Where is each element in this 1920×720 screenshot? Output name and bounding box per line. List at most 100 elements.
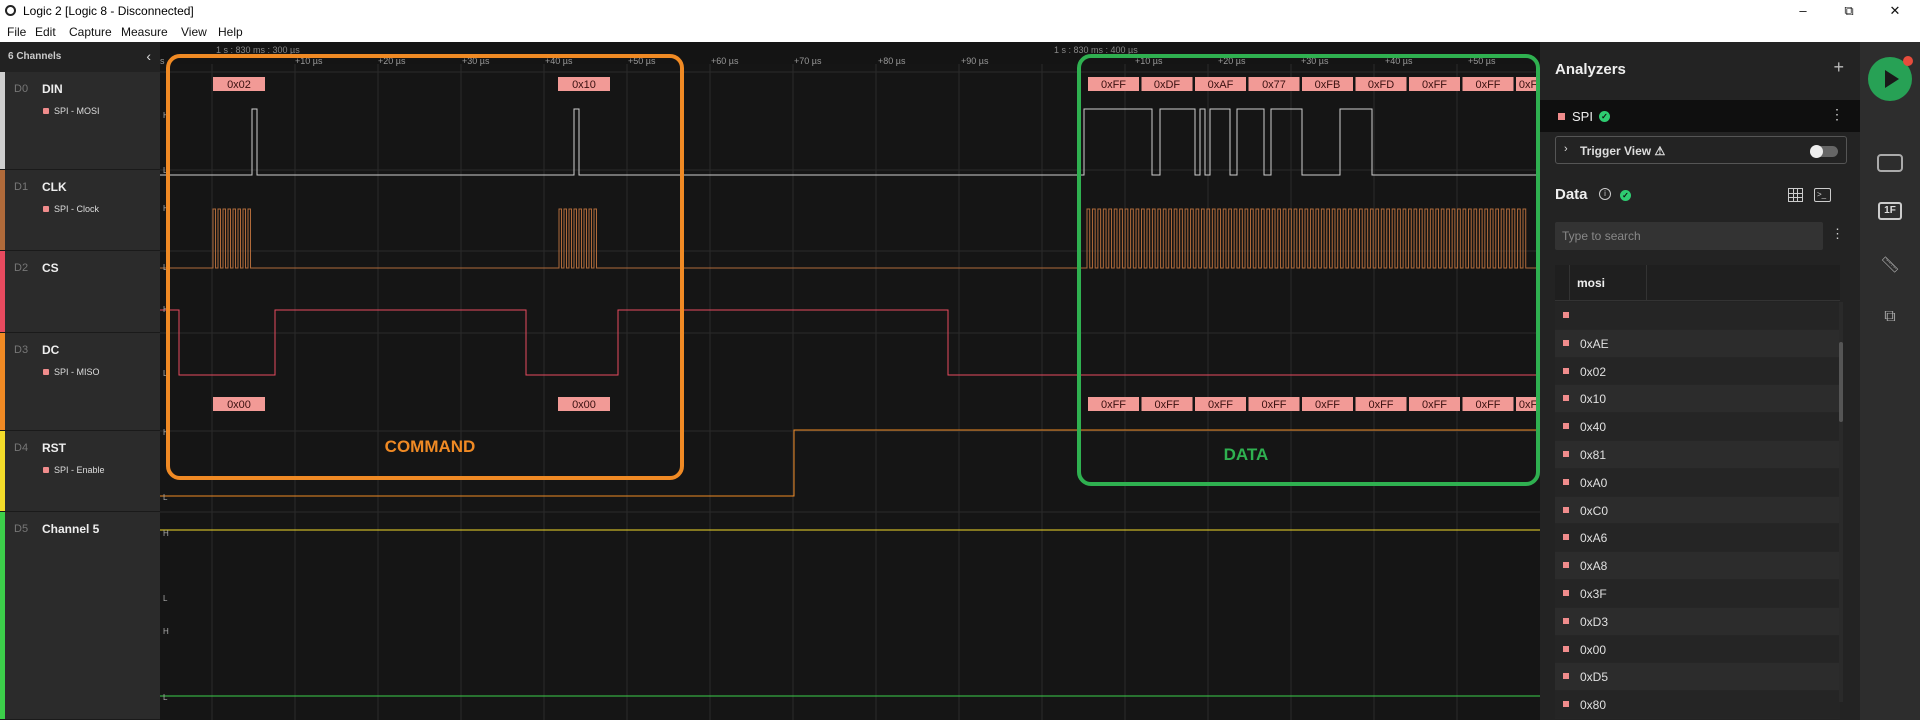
channel-color-stripe (0, 72, 5, 169)
row-color-swatch (1563, 562, 1569, 569)
search-more-icon[interactable]: ⋮ (1831, 226, 1844, 242)
table-row[interactable]: 0xA6 (1555, 524, 1840, 553)
row-color-swatch (1563, 534, 1569, 541)
decoded-byte-label: 0x00 (572, 399, 596, 411)
channel-row-4[interactable]: D4 RST SPI - Enable (0, 431, 160, 512)
row-value: 0xA6 (1580, 531, 1608, 546)
table-row[interactable]: 0x10 (1555, 385, 1840, 414)
menu-help[interactable]: Help (218, 25, 243, 39)
table-row[interactable]: 0x00 (1555, 635, 1840, 664)
menu-file[interactable]: File (7, 25, 26, 39)
analyzer-color-swatch (43, 369, 49, 375)
close-button[interactable]: ✕ (1872, 2, 1918, 20)
channel-index: D4 (14, 442, 29, 454)
channel-name[interactable]: CLK (42, 180, 67, 194)
channel-name[interactable]: DC (42, 343, 59, 357)
row-color-swatch (1563, 589, 1569, 596)
row-value: 0xA0 (1580, 475, 1608, 490)
extensions-icon[interactable]: ⧉ (1878, 308, 1902, 326)
row-value: 0x40 (1580, 420, 1607, 435)
channel-row-2[interactable]: D2 CS (0, 251, 160, 333)
minimize-button[interactable]: – (1780, 2, 1826, 20)
waveform-area[interactable]: 1 s : 830 ms : 300 µs s +10 µs +20 µs +30 µs… (160, 42, 1540, 720)
add-analyzer-button[interactable]: + (1833, 57, 1844, 78)
table-row[interactable]: 0xA0 (1555, 468, 1840, 497)
check-icon: ✓ (1599, 111, 1610, 122)
data-search-input[interactable] (1555, 222, 1823, 250)
analyzers-panel: Analyzers + SPI ✓ ⋮ › Trigger View ⚠ Dat… (1540, 42, 1860, 720)
column-divider (1569, 265, 1570, 301)
channel-row-3[interactable]: D3 DC SPI - MISO (0, 333, 160, 431)
row-color-swatch (1563, 423, 1569, 430)
row-value: 0xAE (1580, 336, 1609, 351)
channel-name[interactable]: RST (42, 441, 66, 455)
table-row[interactable]: 0xC0 (1555, 496, 1840, 525)
trigger-view-toggle[interactable] (1810, 145, 1838, 158)
decoded-byte-label: 0xFF (1101, 79, 1126, 91)
data-table-body: 0xAE 0x02 0x10 0x40 0x81 0xA0 0xC0 0xA6 0xA8 0x3F… (1555, 302, 1840, 719)
analyzers-hex-icon[interactable]: 1F (1878, 202, 1902, 220)
table-row[interactable]: 0x3F (1555, 579, 1840, 608)
table-row[interactable] (1555, 302, 1840, 330)
time-tick: +60 µs (711, 56, 739, 66)
decoded-byte-label: 0xFF (1422, 399, 1447, 411)
collapse-sidebar-icon[interactable]: ‹ (146, 48, 151, 64)
start-capture-button[interactable] (1868, 56, 1913, 101)
menu-edit[interactable]: Edit (35, 25, 56, 39)
row-color-swatch (1563, 701, 1569, 708)
table-row[interactable]: 0xD5 (1555, 663, 1840, 692)
table-row[interactable]: 0xAE (1555, 329, 1840, 358)
device-icon[interactable] (1877, 154, 1903, 172)
channel-row-1[interactable]: D1 CLK SPI - Clock (0, 170, 160, 251)
row-color-swatch (1563, 645, 1569, 652)
channel-index: D3 (14, 344, 29, 356)
channel-row-0[interactable]: D0 DIN SPI - MOSI (0, 72, 160, 170)
menu-capture[interactable]: Capture (69, 25, 112, 39)
table-row[interactable]: 0x02 (1555, 357, 1840, 386)
measure-ruler-icon[interactable]: 📏︎ (1878, 255, 1902, 275)
column-header-mosi[interactable]: mosi (1577, 276, 1605, 290)
table-row[interactable]: 0x40 (1555, 413, 1840, 441)
menu-bar: File Edit Capture Measure View Help (0, 22, 1920, 42)
dc-trace (160, 429, 1540, 497)
scrollbar-thumb[interactable] (1839, 342, 1843, 422)
decoded-byte-label: 0xF (1519, 399, 1538, 411)
table-row[interactable]: 0x80 (1555, 691, 1840, 719)
chevron-right-icon[interactable]: › (1564, 143, 1568, 155)
level-label: L (163, 594, 168, 603)
data-table-scrollbar[interactable] (1839, 302, 1843, 702)
channel-color-stripe (0, 251, 5, 332)
channel-index: D0 (14, 83, 29, 95)
row-color-swatch (1563, 339, 1569, 346)
channel-name[interactable]: DIN (42, 82, 63, 96)
table-view-icon[interactable] (1788, 188, 1803, 202)
row-value: 0xD3 (1580, 614, 1609, 629)
analyzer-row-spi[interactable]: SPI ✓ ⋮ (1540, 100, 1860, 132)
row-value: 0x3F (1580, 586, 1607, 601)
waveform-canvas[interactable]: 1 s : 830 ms : 300 µss +10 µs +20 µs +30 µs… (160, 42, 1540, 720)
analyzer-more-icon[interactable]: ⋮ (1830, 106, 1844, 123)
trigger-view-label: Trigger View ⚠ (1580, 144, 1666, 158)
menu-measure[interactable]: Measure (121, 25, 168, 39)
notification-badge (1903, 56, 1913, 66)
decoded-byte-label: 0x02 (227, 79, 251, 91)
decoded-byte-label: 0xFF (1154, 399, 1179, 411)
info-icon[interactable]: i (1599, 188, 1611, 200)
channel-color-stripe (0, 170, 5, 250)
channel-row-5[interactable]: D5 Channel 5 (0, 512, 160, 720)
channel-name[interactable]: CS (42, 261, 59, 275)
row-value: 0x02 (1580, 364, 1607, 379)
trigger-view-section[interactable]: › Trigger View ⚠ (1555, 136, 1847, 164)
terminal-view-icon[interactable]: >_ (1814, 188, 1831, 202)
decoded-byte-label: 0xFF (1475, 399, 1500, 411)
menu-view[interactable]: View (181, 25, 207, 39)
table-row[interactable]: 0x81 (1555, 440, 1840, 469)
table-row[interactable]: 0xD3 (1555, 607, 1840, 636)
row-value: 0x80 (1580, 698, 1607, 713)
row-value: 0xA8 (1580, 559, 1608, 574)
table-row[interactable]: 0xA8 (1555, 552, 1840, 580)
maximize-button[interactable]: ⧉ (1826, 2, 1872, 20)
check-icon: ✓ (1620, 190, 1631, 201)
channel-name[interactable]: Channel 5 (42, 522, 99, 536)
channel-index: D1 (14, 181, 29, 193)
